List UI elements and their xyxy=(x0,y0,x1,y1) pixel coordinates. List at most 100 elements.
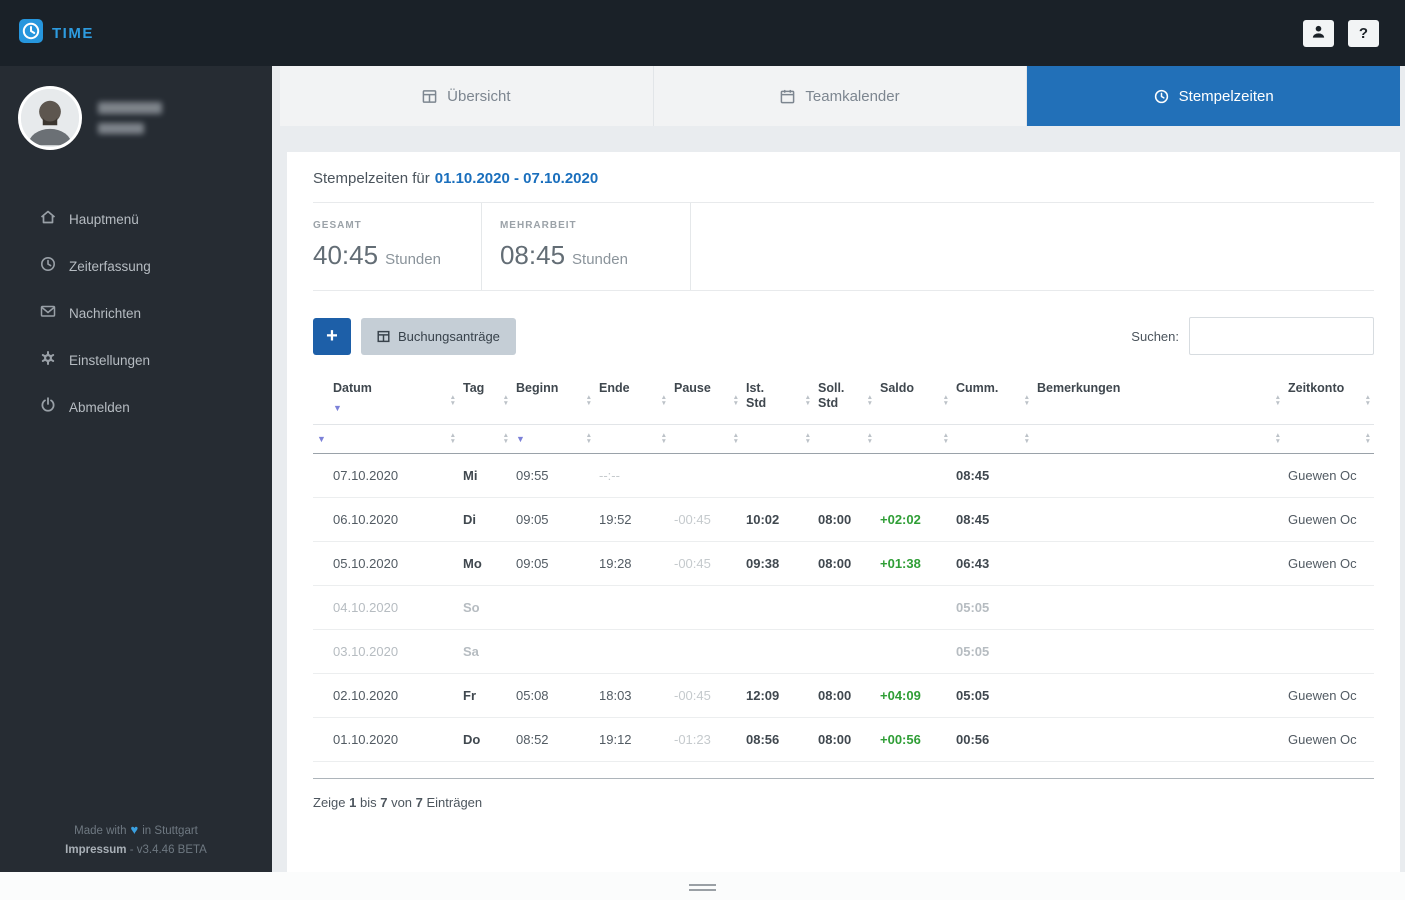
column-header-soll-std[interactable]: Soll. Std xyxy=(814,377,876,425)
sidebar-item-abmelden[interactable]: Abmelden xyxy=(0,384,272,431)
column-header-ist-std[interactable]: Ist. Std xyxy=(742,377,814,425)
table-row[interactable]: 06.10.2020 Di 09:05 19:52 -00:45 10:02 08:00 +0… xyxy=(313,497,1374,542)
sidebar-item-zeiterfassung[interactable]: Zeiterfassung xyxy=(0,243,272,290)
tab-uebersicht[interactable]: Übersicht xyxy=(280,66,654,126)
sort-icon xyxy=(1275,433,1281,445)
column-header-datum[interactable]: Datum xyxy=(313,377,459,425)
column-filter-soll-std[interactable] xyxy=(814,424,876,454)
bottom-strip xyxy=(0,872,1405,900)
sort-desc-icon xyxy=(317,431,326,447)
column-header-tag[interactable]: Tag xyxy=(459,377,512,425)
sort-icon xyxy=(503,433,509,445)
column-header-saldo[interactable]: Saldo xyxy=(876,377,952,425)
stat-mehrarbeit: MEHRARBEIT 08:45 Stunden xyxy=(482,203,691,290)
cell-bemerkungen xyxy=(1033,717,1284,762)
sidebar-item-label: Einstellungen xyxy=(69,353,151,368)
sort-icon xyxy=(805,433,811,445)
cell-datum: 03.10.2020 xyxy=(313,629,459,674)
tab-stempelzeiten[interactable]: Stempelzeiten xyxy=(1027,66,1401,126)
stat-gesamt: GESAMT 40:45 Stunden xyxy=(313,203,482,290)
app-logo[interactable]: TIME xyxy=(18,18,94,49)
table-row[interactable]: 05.10.2020 Mo 09:05 19:28 -00:45 09:38 08:00 +0… xyxy=(313,541,1374,586)
date-range-link[interactable]: 01.10.2020 - 07.10.2020 xyxy=(435,170,598,187)
sort-icon xyxy=(1024,395,1030,407)
stat-value: 08:45 xyxy=(499,240,566,270)
cell-ende: --:-- xyxy=(595,453,670,498)
column-filter-pause[interactable] xyxy=(670,424,742,454)
stempelzeiten-table: DatumTagBeginnEndePauseIst. StdSoll. Std… xyxy=(313,377,1374,762)
sidebar-item-einstellungen[interactable]: Einstellungen xyxy=(0,337,272,384)
column-header-pause[interactable]: Pause xyxy=(670,377,742,425)
cell-pause xyxy=(670,629,742,674)
table-row[interactable]: 04.10.2020 So 05:05 xyxy=(313,585,1374,630)
cell-ist: 08:56 xyxy=(742,717,814,762)
column-header-zeitkonto[interactable]: Zeitkonto xyxy=(1284,377,1374,425)
sort-icon xyxy=(503,395,509,407)
column-filter-beginn[interactable] xyxy=(512,424,595,454)
cell-zeitkonto xyxy=(1284,585,1374,630)
topbar-actions: ? xyxy=(1303,19,1379,47)
user-button[interactable] xyxy=(1303,19,1334,47)
cell-saldo: +01:38 xyxy=(876,541,952,586)
column-header-bemerkungen[interactable]: Bemerkungen xyxy=(1033,377,1284,425)
cell-zeitkonto: Guewen Oc xyxy=(1284,453,1374,498)
cell-saldo: +04:09 xyxy=(876,673,952,718)
cell-beginn: 05:08 xyxy=(512,673,595,718)
sidebar-item-hauptmenu[interactable]: Hauptmenü xyxy=(0,196,272,243)
column-filter-zeitkonto[interactable] xyxy=(1284,424,1374,454)
cell-pause xyxy=(670,453,742,498)
avatar[interactable] xyxy=(18,86,82,150)
resize-handle[interactable] xyxy=(689,884,716,891)
cell-bemerkungen xyxy=(1033,453,1284,498)
column-filter-datum[interactable] xyxy=(313,424,459,454)
cell-ende: 19:28 xyxy=(595,541,670,586)
booking-requests-label: Buchungsanträge xyxy=(398,328,500,344)
sort-desc-icon xyxy=(516,431,525,447)
sort-desc-icon xyxy=(333,400,445,416)
heart-icon xyxy=(127,825,143,837)
column-header-beginn[interactable]: Beginn xyxy=(512,377,595,425)
help-button[interactable]: ? xyxy=(1348,19,1379,47)
column-filter-ist-std[interactable] xyxy=(742,424,814,454)
sort-icon xyxy=(586,433,592,445)
cell-tag: Do xyxy=(459,717,512,762)
column-header-ende[interactable]: Ende xyxy=(595,377,670,425)
table-head: DatumTagBeginnEndePauseIst. StdSoll. Std… xyxy=(313,377,1374,454)
app-window: TIME ? Hauptmenü Zeiterfassung Nachricht… xyxy=(0,0,1405,900)
stat-label: GESAMT xyxy=(313,220,362,231)
column-filter-cumm[interactable] xyxy=(952,424,1033,454)
cell-saldo xyxy=(876,629,952,674)
user-profile xyxy=(0,66,272,150)
table-row[interactable]: 02.10.2020 Fr 05:08 18:03 -00:45 12:09 08:00 +0… xyxy=(313,673,1374,718)
logo-text: TIME xyxy=(52,24,94,42)
column-filter-ende[interactable] xyxy=(595,424,670,454)
column-filter-bemerkungen[interactable] xyxy=(1033,424,1284,454)
add-entry-button[interactable]: + xyxy=(313,317,351,355)
cell-beginn: 09:55 xyxy=(512,453,595,498)
grid-icon xyxy=(422,89,437,103)
cell-bemerkungen xyxy=(1033,541,1284,586)
column-filter-saldo[interactable] xyxy=(876,424,952,454)
column-header-cumm[interactable]: Cumm. xyxy=(952,377,1033,425)
sort-icon xyxy=(1365,433,1371,445)
sidebar: Hauptmenü Zeiterfassung Nachrichten Eins… xyxy=(0,66,272,872)
tab-teamkalender[interactable]: Teamkalender xyxy=(653,66,1028,126)
cell-datum: 02.10.2020 xyxy=(313,673,459,718)
cell-beginn: 08:52 xyxy=(512,717,595,762)
blurred-name-line xyxy=(98,123,144,134)
booking-requests-button[interactable]: Buchungsanträge xyxy=(361,317,516,355)
topbar: TIME ? xyxy=(0,0,1405,66)
search-input[interactable] xyxy=(1189,317,1374,355)
sidebar-item-nachrichten[interactable]: Nachrichten xyxy=(0,290,272,337)
cell-ist: 10:02 xyxy=(742,497,814,542)
cell-ende xyxy=(595,629,670,674)
cell-bemerkungen xyxy=(1033,629,1284,674)
table-row[interactable]: 01.10.2020 Do 08:52 19:12 -01:23 08:56 08:00 +0… xyxy=(313,717,1374,762)
table-row[interactable]: 03.10.2020 Sa 05:05 xyxy=(313,629,1374,674)
cell-ende: 19:52 xyxy=(595,497,670,542)
impressum-link[interactable]: Impressum xyxy=(65,844,126,856)
cell-tag: Mi xyxy=(459,453,512,498)
table-row[interactable]: 07.10.2020 Mi 09:55 --:-- 08:45 Guewen Oc xyxy=(313,453,1374,498)
column-filter-tag[interactable] xyxy=(459,424,512,454)
sort-icon xyxy=(586,395,592,407)
